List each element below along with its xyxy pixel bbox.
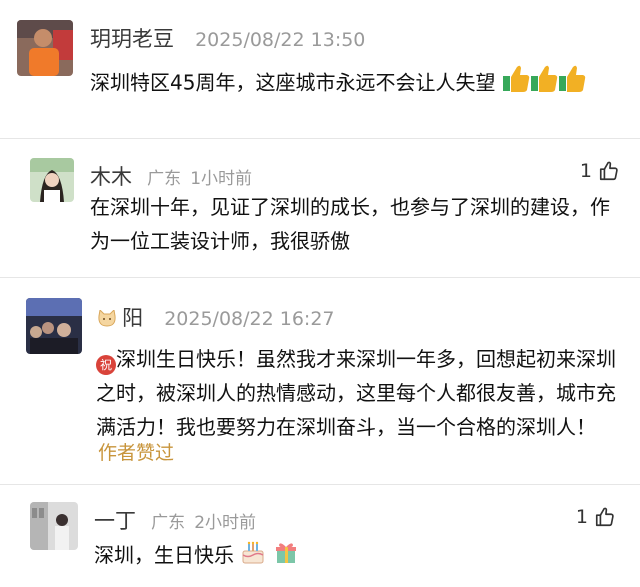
- avatar[interactable]: [17, 20, 73, 76]
- cat-face-icon: [97, 308, 117, 332]
- comment-text: 在深圳十年，见证了深圳的成长，也参与了深圳的建设，作为一位工装设计师，我很骄傲: [90, 195, 610, 253]
- avatar[interactable]: [26, 298, 82, 354]
- thumbs-up-outline-icon: [595, 507, 614, 527]
- username[interactable]: 阳: [122, 306, 143, 330]
- thumbs-up-outline-icon: [599, 161, 618, 181]
- timestamp: 2小时前: [194, 513, 257, 533]
- comment-1: 玥玥老豆 2025/08/22 13:50 深圳特区45周年，这座城市永远不会让…: [0, 0, 640, 128]
- timestamp: 2025/08/22 13:50: [195, 29, 366, 51]
- username[interactable]: 木木: [90, 165, 132, 189]
- timestamp: 1小时前: [190, 169, 253, 189]
- comment-text: 深圳，生日快乐: [94, 538, 624, 575]
- like-count: 1: [579, 160, 592, 182]
- region: 广东: [147, 169, 182, 189]
- like-count: 1: [575, 506, 588, 528]
- blessing-badge-icon: 祝: [96, 355, 116, 375]
- author-liked-label: 作者赞过: [98, 442, 175, 464]
- comment-text: 祝深圳生日快乐！虽然我才来深圳一年多，回想起初来深圳之时，被深圳人的热情感动，这…: [96, 347, 616, 439]
- region: 广东: [151, 513, 186, 533]
- comment-text: 深圳特区45周年，这座城市永远不会让人失望: [90, 64, 630, 104]
- divider: [0, 277, 640, 278]
- like-button[interactable]: 1: [576, 506, 616, 528]
- comment-3: 阳 2025/08/22 16:27 祝深圳生日快乐！虽然我才来深圳一年多，回想…: [0, 280, 640, 480]
- avatar[interactable]: [30, 502, 78, 550]
- timestamp: 2025/08/22 16:27: [164, 308, 335, 330]
- like-button[interactable]: 1: [580, 160, 620, 182]
- divider: [0, 484, 640, 485]
- username[interactable]: 玥玥老豆: [90, 27, 174, 51]
- avatar[interactable]: [30, 158, 74, 202]
- birthday-cake-icon: [240, 539, 266, 575]
- gift-icon: [273, 539, 299, 575]
- thumbs-up-emoji-icon: [502, 64, 586, 104]
- comment-2: 木木 广东 1小时前 1 在深圳十年，见证了深圳的成长，也参与了深圳的建设，作为…: [0, 140, 640, 280]
- comment-4: 一丁 广东 2小时前 1 深圳，生日快乐: [0, 486, 640, 587]
- username[interactable]: 一丁: [94, 509, 136, 533]
- divider: [0, 138, 640, 139]
